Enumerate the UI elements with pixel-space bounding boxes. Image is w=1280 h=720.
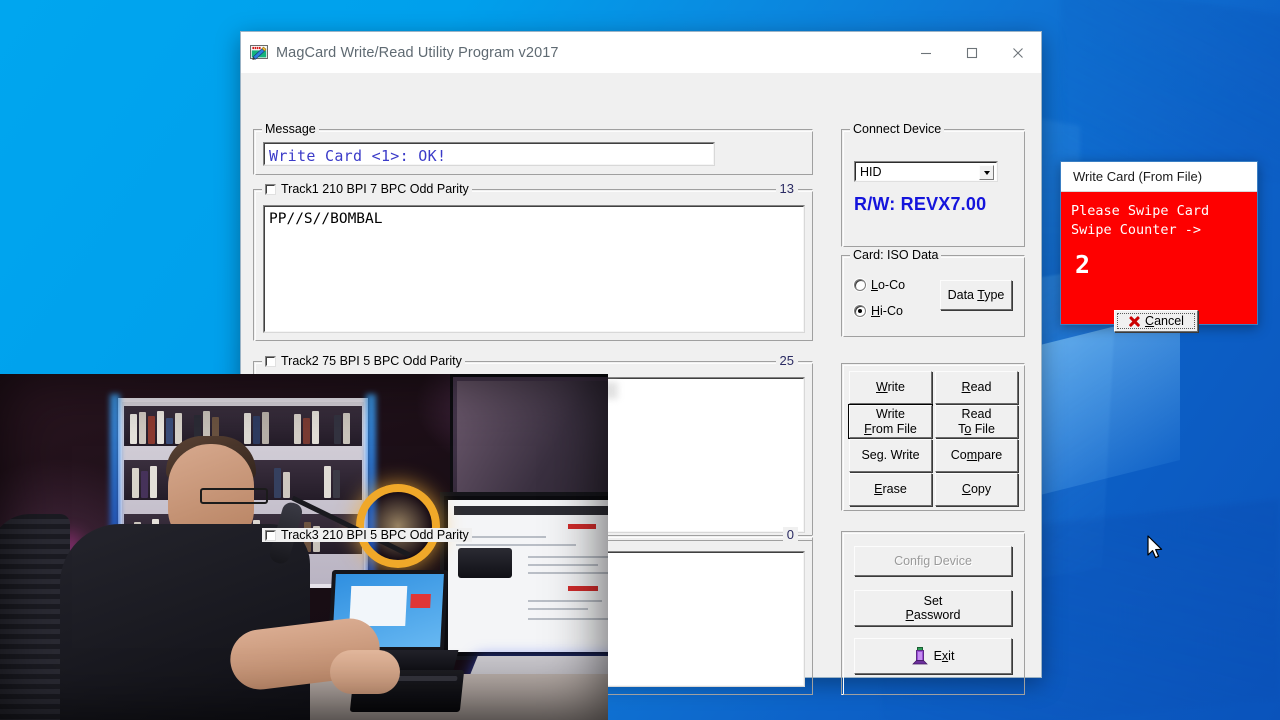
message-group: Message Write Card <1>: OK! xyxy=(253,129,813,175)
window-title: MagCard Write/Read Utility Program v2017 xyxy=(276,45,559,61)
track1-value: PP//S//BOMBAL xyxy=(264,206,804,332)
swipe-dialog-body: Please Swipe Card Swipe Counter -> 2 Can… xyxy=(1061,192,1257,324)
radio-hi-co-indicator xyxy=(854,305,866,317)
write-button[interactable]: Write xyxy=(849,371,932,404)
exit-door-icon xyxy=(912,647,928,665)
wallpaper-shape xyxy=(1060,0,1280,187)
radio-lo-co-indicator xyxy=(854,279,866,291)
command-buttons-group: Write Read WriteFrom File ReadTo File Se… xyxy=(841,363,1025,511)
track2-header: Track2 75 BPI 5 BPC Odd Parity xyxy=(262,354,465,368)
track1-header: Track1 210 BPI 7 BPC Odd Parity xyxy=(262,182,472,196)
track3-header: Track3 210 BPI 5 BPC Odd Parity xyxy=(262,528,472,542)
config-device-label: Config Device xyxy=(894,554,972,568)
read-button[interactable]: Read xyxy=(935,371,1018,404)
minimize-icon[interactable] xyxy=(903,32,949,73)
chevron-down-icon[interactable] xyxy=(979,165,994,180)
close-x-icon xyxy=(1128,315,1141,328)
exit-button[interactable]: Exit xyxy=(854,638,1012,674)
swipe-counter-value: 2 xyxy=(1075,250,1090,279)
track3-checkbox[interactable] xyxy=(265,530,276,541)
title-bar[interactable]: MagCard Write/Read Utility Program v2017 xyxy=(241,32,1041,73)
track2-count: 25 xyxy=(776,353,798,368)
config-device-button[interactable]: Config Device xyxy=(854,546,1012,576)
track2-label: Track2 75 BPI 5 BPC Odd Parity xyxy=(281,354,462,368)
swipe-dialog-title: Write Card (From File) xyxy=(1061,162,1257,192)
connect-device-group: Connect Device HID R/W: REVX7.00 xyxy=(841,129,1025,247)
message-group-label: Message xyxy=(262,122,319,136)
write-from-file-button[interactable]: WriteFrom File xyxy=(849,405,932,438)
mouse-pointer xyxy=(1146,535,1166,563)
radio-lo-co[interactable]: Lo-Co xyxy=(854,278,905,292)
copy-button[interactable]: Copy xyxy=(935,473,1018,506)
wallpaper-shape xyxy=(1020,310,1180,500)
cancel-button[interactable]: Cancel xyxy=(1114,310,1198,332)
firmware-version: R/W: REVX7.00 xyxy=(854,194,1014,215)
device-select-value: HID xyxy=(856,165,882,179)
track1-label: Track1 210 BPI 7 BPC Odd Parity xyxy=(281,182,469,196)
maximize-icon[interactable] xyxy=(949,32,995,73)
radio-lo-co-label: Lo-Co xyxy=(871,278,905,292)
radio-hi-co[interactable]: Hi-Co xyxy=(854,304,903,318)
track1-input[interactable]: PP//S//BOMBAL xyxy=(263,205,805,333)
cancel-button-label: Cancel xyxy=(1145,314,1184,328)
seg-write-button[interactable]: Seg. Write xyxy=(849,439,932,472)
track1-count: 13 xyxy=(776,181,798,196)
connect-device-label: Connect Device xyxy=(850,122,944,136)
compare-button[interactable]: Compare xyxy=(935,439,1018,472)
webcam-overlay xyxy=(0,374,608,720)
card-iso-data-group: Card: ISO Data Lo-Co Hi-Co Data Type xyxy=(841,255,1025,337)
desktop: MagCard Write/Read Utility Program v2017… xyxy=(0,0,1280,720)
track1-checkbox[interactable] xyxy=(265,184,276,195)
read-to-file-button[interactable]: ReadTo File xyxy=(935,405,1018,438)
device-settings-group: Config Device SetPassword Exit xyxy=(841,531,1025,695)
write-card-swipe-dialog: Write Card (From File) Please Swipe Card… xyxy=(1060,161,1258,325)
message-field[interactable]: Write Card <1>: OK! xyxy=(263,142,715,166)
close-icon[interactable] xyxy=(995,32,1041,73)
track3-label: Track3 210 BPI 5 BPC Odd Parity xyxy=(281,528,469,542)
data-type-button[interactable]: Data Type xyxy=(940,280,1012,310)
magcard-app-icon xyxy=(250,44,268,61)
track1-group: Track1 210 BPI 7 BPC Odd Parity 13 PP//S… xyxy=(253,189,813,341)
swipe-dialog-message: Please Swipe Card Swipe Counter -> xyxy=(1071,202,1209,240)
message-value: Write Card <1>: OK! xyxy=(264,143,714,165)
radio-hi-co-label: Hi-Co xyxy=(871,304,903,318)
erase-button[interactable]: Erase xyxy=(849,473,932,506)
set-password-button[interactable]: SetPassword xyxy=(854,590,1012,626)
track2-checkbox[interactable] xyxy=(265,356,276,367)
window-controls xyxy=(903,32,1041,73)
card-iso-data-label: Card: ISO Data xyxy=(850,248,941,262)
device-select[interactable]: HID xyxy=(854,161,998,182)
track3-count: 0 xyxy=(783,527,798,542)
